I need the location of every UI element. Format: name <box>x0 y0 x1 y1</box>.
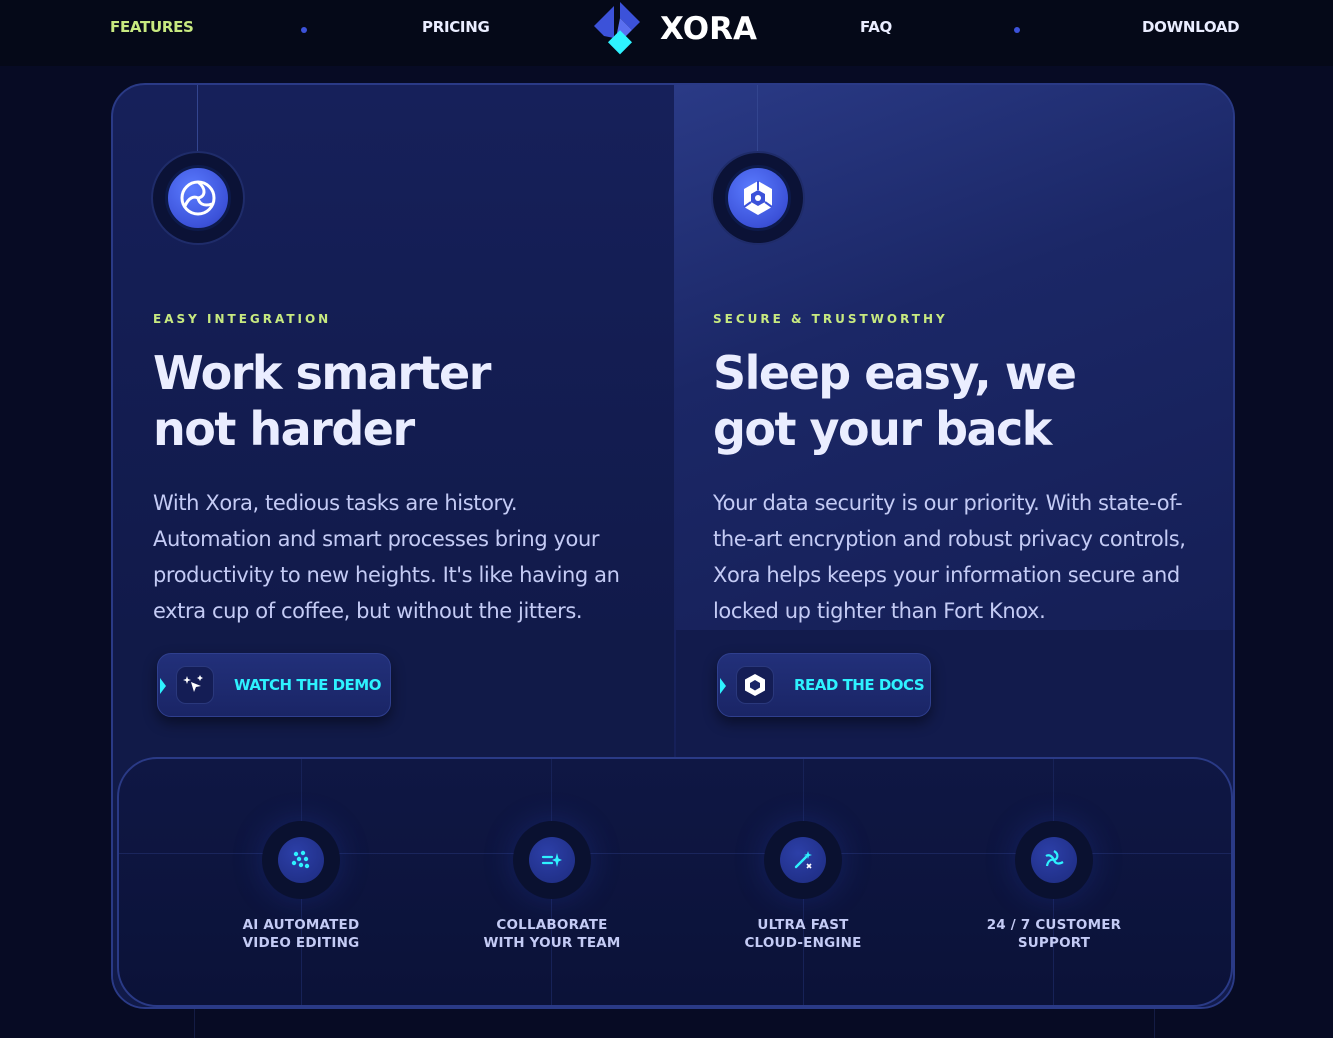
read-docs-button[interactable]: READ THE DOCS <box>717 653 931 717</box>
decorative-line <box>1154 1009 1155 1038</box>
collab-arrows-icon <box>541 853 562 867</box>
eyebrow-easy-integration: EASY INTEGRATION <box>153 312 332 326</box>
xora-logo[interactable]: XORA <box>592 2 762 58</box>
docs-hex-icon <box>736 666 774 704</box>
cta-marker <box>160 678 166 694</box>
feature-label: ULTRA FAST CLOUD-ENGINE <box>744 917 862 951</box>
feature-label: AI AUTOMATED VIDEO EDITING <box>242 917 360 951</box>
support-swirl-icon <box>1045 850 1064 867</box>
nav-separator-dot <box>1014 27 1020 33</box>
watch-demo-button[interactable]: WATCH THE DEMO <box>157 653 391 717</box>
nav-link-features[interactable]: FEATURES <box>110 18 194 36</box>
watch-demo-label: WATCH THE DEMO <box>234 676 381 694</box>
eyebrow-secure-trustworthy: SECURE & TRUSTWORTHY <box>713 312 948 326</box>
wand-icon <box>794 851 812 869</box>
feature-cloud-engine: ULTRA FAST CLOUD-ENGINE <box>703 821 903 952</box>
ai-dots-icon <box>291 850 310 869</box>
read-docs-label: READ THE DOCS <box>794 676 925 694</box>
security-badge <box>711 151 805 245</box>
swirl-icon <box>180 180 216 216</box>
feature-collaborate: COLLABORATE WITH YOUR TEAM <box>452 821 652 952</box>
feature-support: 24 / 7 CUSTOMER SUPPORT <box>954 821 1154 952</box>
shield-hex-icon <box>743 181 773 215</box>
logo-text: XORA <box>660 11 758 47</box>
top-navigation: FEATURES PRICING XORA FAQ DOWNLOAD <box>0 0 1333 66</box>
headline-work-smarter: Work smarter not harder <box>153 346 491 456</box>
headline-sleep-easy: Sleep easy, we got your back <box>713 346 1077 456</box>
integration-badge <box>151 151 245 245</box>
cta-marker <box>720 678 726 694</box>
nav-link-pricing[interactable]: PRICING <box>422 18 490 36</box>
feature-label: 24 / 7 CUSTOMER SUPPORT <box>986 917 1122 951</box>
xora-logo-icon <box>594 2 640 55</box>
connector-line <box>757 85 758 155</box>
connector-line <box>197 85 198 155</box>
feature-label: COLLABORATE WITH YOUR TEAM <box>483 917 621 951</box>
features-card: EASY INTEGRATION Work smarter not harder… <box>111 83 1235 1009</box>
nav-separator-dot <box>301 27 307 33</box>
nav-link-faq[interactable]: FAQ <box>860 18 892 36</box>
nav-link-download[interactable]: DOWNLOAD <box>1142 18 1240 36</box>
body-text-integration: With Xora, tedious tasks are history. Au… <box>153 491 620 623</box>
feature-ai-editing: AI AUTOMATED VIDEO EDITING <box>201 821 401 952</box>
decorative-line <box>194 1009 195 1038</box>
body-text-security: Your data security is our priority. With… <box>713 491 1186 623</box>
magic-cursor-icon <box>176 666 214 704</box>
feature-strip: AI AUTOMATED VIDEO EDITING COLLABORATE W… <box>117 757 1233 1007</box>
